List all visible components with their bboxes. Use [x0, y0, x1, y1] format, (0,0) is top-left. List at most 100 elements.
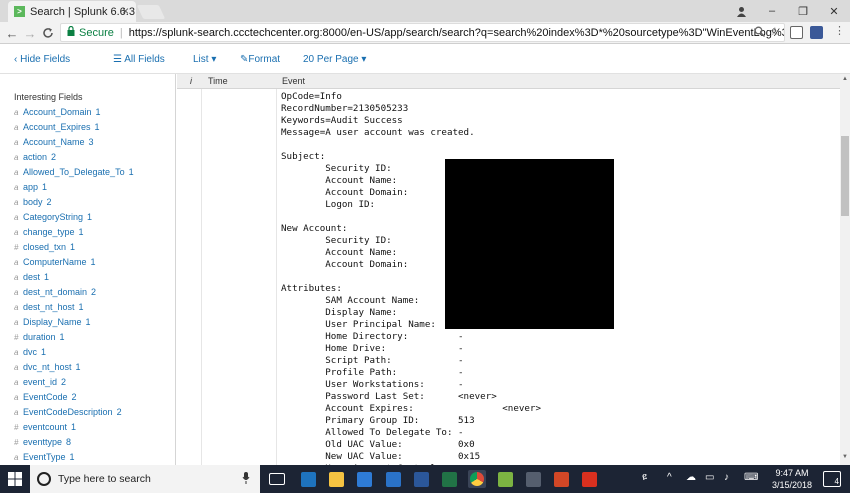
- minimize-window-button[interactable]: –: [758, 0, 786, 22]
- system-clock[interactable]: 9:47 AM 3/15/2018: [770, 467, 814, 491]
- powerpoint-icon[interactable]: [552, 470, 570, 488]
- chrome-menu-icon[interactable]: ⋮: [834, 24, 845, 37]
- volume-icon[interactable]: ♪: [724, 472, 729, 483]
- field-type-icon: #: [14, 333, 19, 342]
- per-page-label: 20 Per Page: [303, 54, 359, 65]
- clock-date: 3/15/2018: [771, 480, 813, 490]
- per-page-dropdown[interactable]: 20 Per Page ▾: [303, 54, 366, 65]
- field-item[interactable]: a dest 1: [14, 272, 49, 282]
- interesting-fields-header: Interesting Fields: [14, 92, 83, 102]
- profile-icon[interactable]: [727, 0, 755, 22]
- browser-tab[interactable]: > Search | Splunk 6.6.3 ×: [8, 1, 136, 22]
- all-fields-button[interactable]: ☰ All Fields: [113, 54, 165, 65]
- close-tab-icon[interactable]: ×: [122, 4, 129, 18]
- search-icon[interactable]: [754, 26, 765, 40]
- field-type-icon: a: [14, 378, 19, 387]
- people-icon[interactable]: ዩ: [642, 472, 647, 483]
- extension-icon[interactable]: [810, 26, 823, 39]
- event-line: SAM Account Name:: [281, 295, 420, 306]
- field-item[interactable]: a Display_Name 1: [14, 317, 91, 327]
- field-item[interactable]: a Account_Domain 1: [14, 107, 101, 117]
- bookmark-star-icon[interactable]: ☆: [770, 25, 780, 38]
- list-icon: ☰: [113, 54, 122, 65]
- field-item[interactable]: a EventCodeDescription 2: [14, 407, 122, 417]
- store-icon[interactable]: [355, 470, 373, 488]
- field-item[interactable]: a EventType 1: [14, 452, 75, 462]
- reload-button[interactable]: [40, 25, 56, 41]
- microphone-icon[interactable]: [242, 472, 250, 487]
- event-line: Allowed To Delegate To: -: [281, 427, 464, 438]
- field-count: 2: [46, 197, 52, 207]
- word-logo: [413, 471, 429, 487]
- field-item[interactable]: a Account_Expires 1: [14, 122, 100, 132]
- column-header-time[interactable]: Time: [208, 76, 228, 86]
- event-line: Subject:: [281, 151, 326, 162]
- calculator-icon[interactable]: [524, 470, 542, 488]
- word-icon[interactable]: [412, 470, 430, 488]
- field-item[interactable]: a event_id 2: [14, 377, 66, 387]
- field-item[interactable]: a dvc_nt_host 1: [14, 362, 81, 372]
- field-item[interactable]: a app 1: [14, 182, 47, 192]
- field-item[interactable]: # closed_txn 1: [14, 242, 75, 252]
- close-window-button[interactable]: ✕: [820, 0, 848, 22]
- notepad-plus-icon[interactable]: [496, 470, 514, 488]
- field-item[interactable]: a Account_Name 3: [14, 137, 94, 147]
- event-line: Attributes:: [281, 283, 342, 294]
- list-view-dropdown[interactable]: List ▾: [193, 54, 216, 65]
- format-label: Format: [248, 54, 281, 65]
- column-header-event[interactable]: Event: [282, 76, 305, 86]
- field-item[interactable]: a body 2: [14, 197, 52, 207]
- forward-button[interactable]: →: [22, 25, 38, 41]
- secure-label: Secure: [79, 26, 114, 39]
- new-tab-button[interactable]: [136, 5, 166, 19]
- file-explorer-icon[interactable]: [327, 470, 345, 488]
- field-type-icon: a: [14, 453, 19, 462]
- field-item[interactable]: # duration 1: [14, 332, 65, 342]
- network-icon[interactable]: ▭: [705, 472, 714, 483]
- field-count: 1: [90, 257, 96, 267]
- field-item[interactable]: a ComputerName 1: [14, 257, 96, 267]
- field-name: action: [23, 152, 48, 162]
- field-item[interactable]: a dvc 1: [14, 347, 46, 357]
- field-item[interactable]: a dest_nt_domain 2: [14, 287, 96, 297]
- restore-window-button[interactable]: ❐: [789, 0, 817, 22]
- hide-fields-button[interactable]: ‹ Hide Fields: [14, 54, 70, 65]
- taskbar-search-input[interactable]: Type here to search: [30, 465, 260, 493]
- chrome-icon[interactable]: [468, 470, 486, 488]
- keyboard-icon[interactable]: ⌨: [744, 472, 758, 483]
- format-button[interactable]: ✎Format: [240, 54, 280, 65]
- notifications-icon[interactable]: 4: [823, 471, 841, 487]
- events-table-header: i Time Event: [177, 74, 840, 89]
- event-line: Home Drive: -: [281, 343, 464, 354]
- task-view-icon[interactable]: [269, 473, 285, 485]
- field-item[interactable]: a dest_nt_host 1: [14, 302, 84, 312]
- events-scrollbar[interactable]: ▲ ▼: [840, 74, 850, 465]
- start-button[interactable]: [0, 465, 30, 493]
- field-name: app: [23, 182, 39, 192]
- field-item[interactable]: a Allowed_To_Delegate_To 1: [14, 167, 134, 177]
- field-item[interactable]: # eventcount 1: [14, 422, 76, 432]
- taskbar-search-placeholder: Type here to search: [58, 473, 151, 485]
- extension-icon[interactable]: [790, 26, 803, 39]
- event-line: Script Path: -: [281, 355, 464, 366]
- scroll-up-icon[interactable]: ▲: [841, 76, 849, 82]
- field-item[interactable]: # eventtype 8: [14, 437, 71, 447]
- chevron-up-icon[interactable]: ^: [667, 472, 672, 483]
- url-field[interactable]: Secure | https://splunk-search.ccctechce…: [60, 23, 785, 42]
- back-button[interactable]: ←: [4, 25, 20, 41]
- edge-icon[interactable]: [299, 470, 317, 488]
- scrollbar-thumb[interactable]: [841, 136, 849, 216]
- field-item[interactable]: a action 2: [14, 152, 56, 162]
- field-item[interactable]: a EventCode 2: [14, 392, 77, 402]
- calculator-logo: [525, 471, 541, 487]
- cloud-icon[interactable]: ☁: [686, 472, 696, 483]
- field-item[interactable]: a change_type 1: [14, 227, 84, 237]
- event-line: Logon ID:: [281, 199, 376, 210]
- event-line: Account Domain:: [281, 259, 409, 270]
- mail-icon[interactable]: [384, 470, 402, 488]
- field-item[interactable]: a CategoryString 1: [14, 212, 92, 222]
- scroll-down-icon[interactable]: ▼: [841, 454, 849, 460]
- excel-icon[interactable]: [440, 470, 458, 488]
- acrobat-icon[interactable]: [580, 470, 598, 488]
- field-name: dvc: [23, 347, 38, 357]
